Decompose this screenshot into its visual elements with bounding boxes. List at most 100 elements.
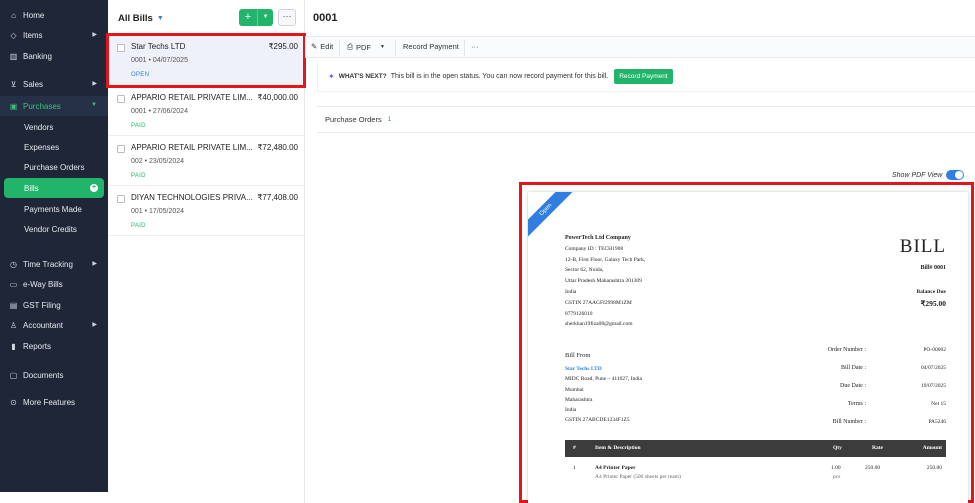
- bill-list-item[interactable]: APPARIO RETAIL PRIVATE LIM... ₹72,480.00…: [108, 136, 304, 186]
- balance-due-label: Balance Due: [916, 289, 947, 295]
- items-table-row: 1 A4 Printer Paper A4 Printer Paper (500…: [565, 460, 946, 486]
- sidebar-item-label: Accountant: [23, 320, 64, 330]
- sidebar-item-more-features[interactable]: ⊙ More Features: [0, 392, 108, 412]
- vendor-address-line: India: [565, 407, 577, 414]
- col-num: #: [573, 445, 576, 451]
- file-icon: ▤: [9, 300, 18, 310]
- purchase-orders-section[interactable]: Purchase Orders 1: [317, 106, 975, 133]
- toolbar: ✎ Edit ⎙ PDF ▼ Record Payment ···: [305, 36, 975, 58]
- sidebar-item-banking[interactable]: ▥ Banking: [0, 46, 108, 66]
- sidebar-item-sales[interactable]: ⊻ Sales ▶: [0, 74, 108, 94]
- chevron-right-icon: ▶: [92, 322, 97, 328]
- sidebar-item-reports[interactable]: ▮ Reports: [0, 336, 108, 356]
- page-title: 0001: [313, 12, 338, 24]
- col-amount: Amount: [922, 445, 942, 451]
- sidebar-item-bills[interactable]: Bills +: [4, 178, 104, 198]
- chevron-down-icon: ▼: [380, 44, 385, 50]
- edit-button[interactable]: ✎ Edit: [311, 42, 333, 51]
- status-badge: PAID: [131, 123, 146, 129]
- sidebar-item-vendor-credits[interactable]: Vendor Credits: [0, 219, 108, 239]
- vendor-address-line: MIDC Road, Pune – 411027, India: [565, 376, 642, 383]
- meta-key: Order Number :: [827, 347, 866, 353]
- sidebar-item-label: Items: [23, 30, 43, 40]
- list-title: All Bills: [118, 13, 153, 24]
- new-bill-dropdown-icon[interactable]: ▼: [258, 9, 273, 26]
- vendor-address-line: Mumbai: [565, 386, 584, 393]
- user-icon: ♙: [9, 320, 18, 330]
- sidebar-item-items[interactable]: ◇ Items ▶: [0, 25, 108, 45]
- sidebar-item-eway-bills[interactable]: ▭ e-Way Bills: [0, 274, 108, 294]
- items-table-header: # Item & Description Qty Rate Amount: [565, 440, 946, 457]
- meta-value: PO-00002: [923, 347, 946, 353]
- purchase-orders-label: Purchase Orders: [325, 115, 382, 124]
- banner-label: WHAT'S NEXT?: [338, 73, 387, 80]
- status-badge: PAID: [131, 173, 146, 179]
- sidebar-item-time-tracking[interactable]: ◷ Time Tracking ▶: [0, 254, 108, 274]
- company-line: Sector 62, Noida,: [565, 267, 604, 274]
- pdf-button[interactable]: ⎙ PDF ▼: [347, 42, 385, 52]
- bill-meta-table: Order Number : PO-00002 Bill Date : 04/0…: [796, 347, 946, 437]
- company-address: PowerTech Ltd Company Company ID : TECH1…: [565, 233, 645, 330]
- banner-record-payment-button[interactable]: Record Payment: [614, 69, 673, 84]
- new-bill-button[interactable]: +: [239, 9, 258, 26]
- company-line: Uttar Pradesh Maharashtra 201309: [565, 278, 642, 285]
- col-rate: Rate: [872, 445, 883, 451]
- bill-list-item[interactable]: DIYAN TECHNOLOGIES PRIVA... ₹77,408.00 0…: [108, 186, 304, 236]
- sidebar-item-label: Reports: [23, 341, 52, 351]
- row-checkbox[interactable]: [117, 95, 125, 103]
- more-options-button[interactable]: ···: [278, 9, 296, 26]
- sidebar-item-payments-made[interactable]: Payments Made: [0, 199, 108, 219]
- sidebar-item-purchases[interactable]: ▣ Purchases ▼: [0, 96, 108, 116]
- row-checkbox[interactable]: [117, 195, 125, 203]
- bill-number: 0001: [131, 108, 147, 115]
- pencil-icon: ✎: [311, 42, 318, 51]
- company-line: GSTIN 27AAGFI2998M1ZM: [565, 299, 632, 306]
- pdf-view-toggle[interactable]: Show PDF View: [892, 170, 965, 180]
- list-view-selector[interactable]: All Bills ▼: [118, 13, 164, 24]
- vendor-name: APPARIO RETAIL PRIVATE LIM...: [131, 93, 253, 102]
- record-payment-label: Record Payment: [403, 42, 459, 51]
- sidebar-item-documents[interactable]: ▢ Documents: [0, 365, 108, 385]
- item-qty: 1.00: [831, 465, 841, 471]
- bill-number: 001: [131, 208, 143, 215]
- sidebar-item-label: Expenses: [24, 142, 60, 152]
- item-amount: 250.00: [926, 465, 942, 471]
- sidebar-item-purchase-orders[interactable]: Purchase Orders: [0, 157, 108, 177]
- toggle-switch[interactable]: [946, 170, 965, 180]
- sidebar-item-label: Vendor Credits: [24, 224, 77, 234]
- bill-detail-panel: 0001 ✎ Edit ⎙ PDF ▼ Record Payment ··· ✦…: [305, 0, 975, 503]
- sidebar-item-expenses[interactable]: Expenses: [0, 137, 108, 157]
- bill-number: 002: [131, 158, 143, 165]
- col-qty: Qty: [833, 445, 842, 451]
- add-bill-icon[interactable]: +: [90, 184, 98, 192]
- sidebar-item-accountant[interactable]: ♙ Accountant ▶: [0, 315, 108, 335]
- sidebar-item-home[interactable]: ⌂ Home: [0, 5, 108, 25]
- bill-from-section: Bill From Star Techs LTD MIDC Road, Pune…: [565, 351, 642, 425]
- record-payment-button[interactable]: Record Payment: [403, 42, 459, 51]
- bill-amount: ₹40,000.00: [257, 93, 298, 102]
- bag-icon: ▣: [9, 101, 18, 111]
- company-line: 8779126010: [565, 310, 593, 317]
- company-name: PowerTech Ltd Company: [565, 235, 631, 241]
- bank-icon: ▥: [9, 51, 18, 61]
- company-line: Company ID : TECH1908: [565, 245, 624, 252]
- divider: [464, 40, 465, 56]
- sidebar-item-vendors[interactable]: Vendors: [0, 117, 108, 137]
- col-item-description: Item & Description: [595, 445, 641, 451]
- sidebar-item-label: Vendors: [24, 122, 54, 132]
- whats-next-banner: ✦ WHAT'S NEXT? This bill is in the open …: [317, 62, 975, 92]
- sidebar-item-label: Payments Made: [24, 204, 82, 214]
- sidebar-item-gst-filing[interactable]: ▤ GST Filing: [0, 295, 108, 315]
- meta-row: Due Date : 19/07/2025: [796, 383, 946, 401]
- item-unit: pcs: [833, 474, 841, 480]
- tag-icon: ◇: [10, 30, 17, 40]
- bill-list-item[interactable]: APPARIO RETAIL PRIVATE LIM... ₹40,000.00…: [108, 86, 304, 136]
- vendor-address-line: Maharashtra: [565, 396, 593, 403]
- item-rate: 250.00: [865, 465, 881, 471]
- app: ⌂ Home ◇ Items ▶ ▥ Banking ⊻ Sales ▶ ▣ P…: [0, 0, 975, 503]
- meta-key: Bill Date :: [841, 365, 866, 371]
- vendor-link[interactable]: Star Techs LTD: [565, 364, 642, 374]
- meta-value: 19/07/2025: [920, 383, 946, 389]
- more-actions-button[interactable]: ···: [471, 42, 479, 51]
- row-checkbox[interactable]: [117, 145, 125, 153]
